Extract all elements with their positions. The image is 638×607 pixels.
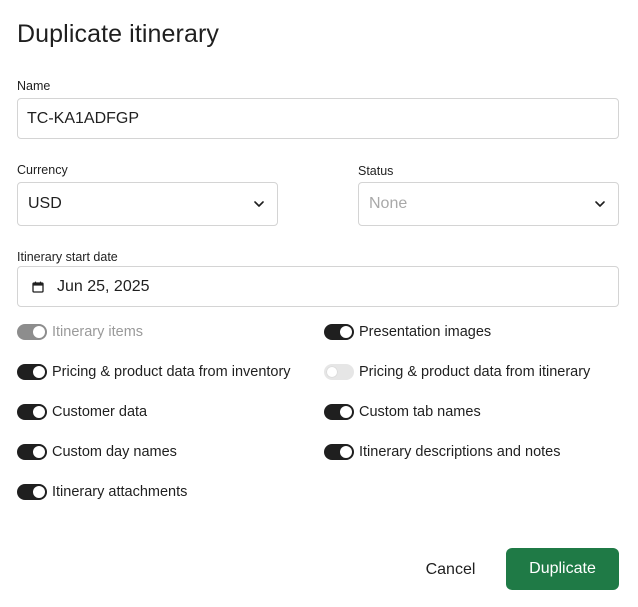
start-date-value: Jun 25, 2025 [57, 277, 150, 295]
duplicate-itinerary-dialog: Duplicate itinerary Name TC-KA1ADFGP Cur… [0, 0, 638, 607]
toggle-label: Presentation images [359, 324, 492, 340]
toggle-label: Itinerary descriptions and notes [359, 444, 561, 460]
name-label: Name [17, 79, 51, 93]
toggle-label: Pricing & product data from itinerary [359, 364, 591, 380]
status-select[interactable]: None [358, 182, 619, 226]
toggle-itinerary-attachments[interactable]: Itinerary attachments [17, 484, 187, 500]
toggle-custom-tab-names[interactable]: Custom tab names [324, 404, 481, 420]
currency-label: Currency [17, 163, 68, 177]
toggle-custom-day-names[interactable]: Custom day names [17, 444, 177, 460]
toggle-label: Custom tab names [359, 404, 481, 420]
toggle-label: Customer data [52, 404, 148, 420]
toggle-itinerary-items[interactable]: Itinerary items [17, 324, 143, 340]
toggle-descriptions-notes[interactable]: Itinerary descriptions and notes [324, 444, 561, 460]
toggle-switch[interactable] [17, 404, 47, 420]
toggle-switch[interactable] [324, 444, 354, 460]
chevron-down-icon [254, 201, 264, 207]
currency-select-value: USD [28, 195, 62, 212]
status-label: Status [358, 164, 394, 178]
toggle-label: Pricing & product data from inventory [52, 364, 291, 380]
name-input-value: TC-KA1ADFGP [27, 109, 140, 127]
status-select-placeholder: None [369, 195, 408, 212]
toggle-switch[interactable] [324, 364, 354, 380]
dialog-title: Duplicate itinerary [17, 20, 219, 48]
currency-select[interactable]: USD [17, 182, 278, 226]
toggle-label: Custom day names [52, 444, 177, 460]
toggle-switch[interactable] [324, 404, 354, 420]
toggle-switch[interactable] [324, 324, 354, 340]
toggle-presentation-images[interactable]: Presentation images [324, 324, 491, 340]
chevron-down-icon [595, 201, 605, 207]
calendar-icon [32, 281, 44, 293]
toggle-switch[interactable] [17, 324, 47, 340]
toggle-label: Itinerary items [52, 324, 144, 340]
toggle-customer-data[interactable]: Customer data [17, 404, 147, 420]
toggle-switch[interactable] [17, 364, 47, 380]
name-input[interactable]: TC-KA1ADFGP [17, 98, 619, 139]
cancel-button[interactable]: Cancel [410, 551, 491, 589]
start-date-input[interactable]: Jun 25, 2025 [17, 266, 619, 307]
start-date-label: Itinerary start date [17, 250, 118, 264]
toggle-switch[interactable] [17, 444, 47, 460]
toggle-switch[interactable] [17, 484, 47, 500]
toggle-pricing-from-itinerary[interactable]: Pricing & product data from itinerary [324, 364, 590, 380]
toggle-pricing-from-inventory[interactable]: Pricing & product data from inventory [17, 364, 291, 380]
duplicate-button[interactable]: Duplicate [506, 548, 619, 590]
toggle-label: Itinerary attachments [52, 484, 188, 500]
